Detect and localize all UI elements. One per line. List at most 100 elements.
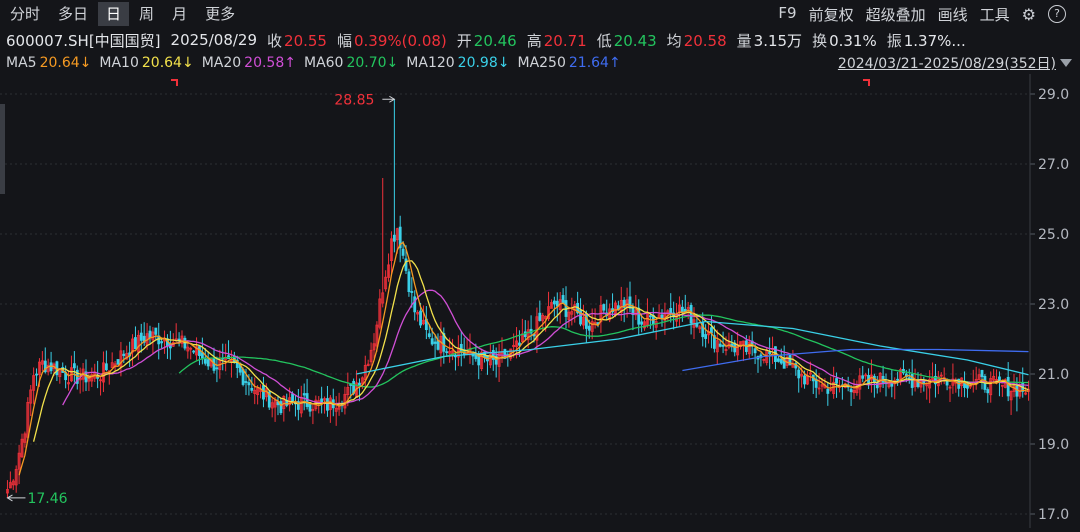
candle-body: [413, 296, 417, 313]
candle-body: [835, 378, 838, 384]
high-value: 20.71: [543, 31, 587, 50]
volume-value: 3.15万: [753, 31, 803, 50]
candle-body: [768, 351, 772, 355]
ma-name: MA60: [303, 55, 344, 71]
candle-body: [247, 382, 251, 386]
low-marker-label: 17.46: [27, 491, 67, 507]
candle-body: [291, 393, 294, 403]
low-value: 20.43: [613, 31, 657, 50]
period-toolbar: 分时 多日日周月更多 F9 前复权 超级叠加 画线 工具 ⚙ ?: [0, 0, 1080, 28]
close-label: 收: [267, 31, 283, 50]
tool-button[interactable]: F9: [772, 4, 802, 25]
candle-body: [404, 258, 408, 271]
candle-body: [849, 388, 853, 393]
kline-chart[interactable]: 29.0 27.0 25.0 23.0 21.0 19.0 17.0 28.85 17.46: [0, 74, 1080, 528]
candle-body: [753, 348, 757, 354]
ma-item[interactable]: MA120 20.98↓: [406, 55, 509, 71]
ma-item[interactable]: MA5 20.64↓: [6, 55, 91, 71]
range-corner-marker: [171, 79, 178, 86]
candle-body: [445, 351, 449, 354]
date-range-selector[interactable]: 2024/03/21-2025/08/29(352日): [838, 53, 1060, 73]
ma-name: MA5: [6, 55, 37, 71]
y-tick-label: 25.0: [1038, 227, 1069, 243]
ma-value: 20.70↓: [346, 55, 399, 71]
candle-body: [433, 341, 437, 344]
tool-button[interactable]: 超级叠加: [860, 4, 932, 25]
candle-body: [419, 310, 422, 326]
candle-body: [1015, 385, 1019, 397]
candle-body: [980, 369, 984, 378]
candle-body: [704, 334, 708, 339]
candle-body: [890, 383, 894, 387]
tool-buttons: F9 前复权 超级叠加 画线 工具 ⚙ ?: [772, 4, 1080, 25]
turnover-value: 0.31%: [829, 31, 877, 50]
candle-body: [122, 353, 126, 356]
ma-item[interactable]: MA20 20.58↑: [202, 55, 296, 71]
y-tick-label: 27.0: [1038, 157, 1069, 173]
candle-body: [320, 398, 324, 403]
period-tab[interactable]: 月: [164, 2, 195, 26]
candle-body: [427, 333, 431, 337]
close-value: 20.55: [284, 31, 327, 50]
candle-body: [154, 327, 158, 335]
candle-body: [192, 350, 196, 353]
candle-body: [680, 306, 684, 313]
period-tab[interactable]: 更多: [197, 2, 243, 26]
candle-body: [721, 345, 725, 347]
candle-body: [401, 248, 405, 256]
avg-label: 均: [666, 31, 682, 50]
ma-value: 20.64↓: [39, 55, 92, 71]
period-tab[interactable]: 分时: [2, 2, 48, 26]
candle-body: [407, 271, 411, 293]
candle-body: [669, 308, 673, 314]
candle-body: [410, 291, 414, 293]
ma-name: MA20: [201, 55, 242, 71]
gear-icon[interactable]: ⚙: [1016, 5, 1042, 24]
candle-body: [104, 363, 108, 371]
change-label: 幅: [336, 31, 352, 50]
ma-item[interactable]: MA10 20.64↓: [99, 55, 193, 71]
period-tab[interactable]: 周: [131, 2, 162, 26]
tool-button[interactable]: 画线: [932, 4, 974, 25]
candle-body: [430, 338, 434, 345]
scroll-handle[interactable]: [0, 104, 5, 194]
candle-body: [602, 304, 606, 311]
period-tabs: 分时 多日日周月更多: [0, 2, 243, 26]
kline-svg[interactable]: 29.0 27.0 25.0 23.0 21.0 19.0 17.0 28.85 17.46: [0, 74, 1080, 528]
open-value: 20.46: [473, 31, 517, 50]
candle-body: [326, 398, 329, 411]
candle-body: [710, 327, 713, 334]
candle-body: [302, 393, 306, 396]
period-tab[interactable]: 多日: [50, 2, 96, 26]
candle-body: [779, 358, 783, 364]
ma-value: 20.64↓: [141, 55, 194, 71]
period-tab[interactable]: 日: [98, 2, 130, 26]
volume-label: 量: [736, 31, 752, 50]
candle-body: [826, 388, 830, 394]
ma-item[interactable]: MA250 21.64↑: [517, 55, 620, 71]
ma-name: MA250: [517, 55, 566, 71]
amplitude-value: 1.37%...: [903, 31, 966, 50]
candle-body: [1006, 376, 1010, 397]
candle-body: [660, 314, 664, 319]
turnover-label: 换: [812, 31, 828, 50]
candle-body: [552, 300, 556, 305]
candle-body: [148, 330, 152, 339]
candle-body: [587, 325, 591, 331]
tool-button[interactable]: 前复权: [803, 4, 860, 25]
open-label: 开: [456, 31, 472, 50]
candle-body: [689, 304, 693, 324]
candle-body: [250, 387, 254, 391]
tool-button[interactable]: 工具: [974, 4, 1016, 25]
candle-body: [206, 359, 210, 367]
candle-body: [896, 378, 900, 381]
candle-body: [803, 375, 806, 385]
question-icon[interactable]: ?: [1048, 5, 1066, 23]
high-marker-label: 28.85: [334, 92, 374, 108]
ma60-line: [178, 314, 1029, 388]
y-tick-label: 23.0: [1038, 297, 1069, 313]
ma-item[interactable]: MA60 20.70↓: [304, 55, 398, 71]
candle-body: [215, 367, 219, 370]
triangle-down-icon[interactable]: [1060, 59, 1072, 67]
range-corner-marker: [863, 79, 870, 86]
